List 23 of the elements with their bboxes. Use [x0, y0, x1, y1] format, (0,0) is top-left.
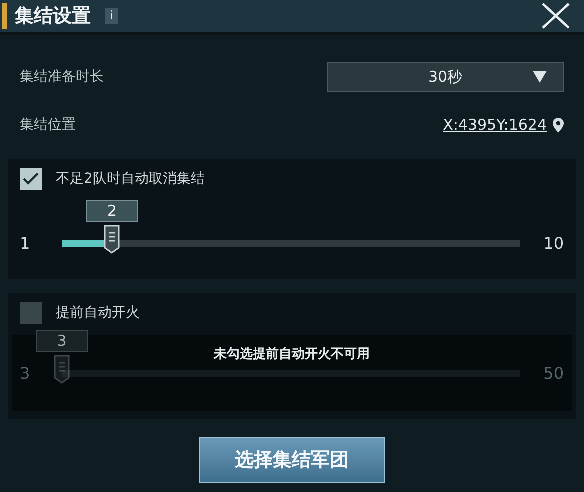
title-accent: [2, 3, 7, 29]
slider-max: 10: [544, 234, 564, 252]
option-label: 不足2队时自动取消集结: [56, 170, 205, 188]
slider-min: 3: [20, 364, 32, 382]
caret-icon: [533, 71, 547, 83]
coordinates-link[interactable]: X:4395Y:1624: [443, 116, 547, 134]
slider-min: 1: [20, 234, 32, 252]
slider-value: 2: [86, 200, 138, 222]
setting-label: 集结位置: [20, 116, 76, 134]
slider-max: 50: [544, 364, 564, 382]
disabled-note: 未勾选提前自动开火不可用: [214, 346, 370, 363]
slider-thumb[interactable]: [104, 224, 120, 254]
option-label: 提前自动开火: [56, 304, 140, 322]
setting-label: 集结准备时长: [20, 68, 104, 86]
duration-dropdown[interactable]: 30秒: [327, 62, 564, 92]
select-legion-button[interactable]: 选择集结军团: [199, 437, 385, 483]
slider-value: 3: [36, 330, 88, 352]
location-pin-icon: [553, 118, 564, 132]
checkbox[interactable]: [20, 168, 42, 190]
info-button[interactable]: i: [105, 8, 118, 24]
window-title: 集结设置: [15, 4, 91, 29]
checkbox[interactable]: [20, 302, 42, 324]
close-icon[interactable]: [540, 2, 572, 30]
